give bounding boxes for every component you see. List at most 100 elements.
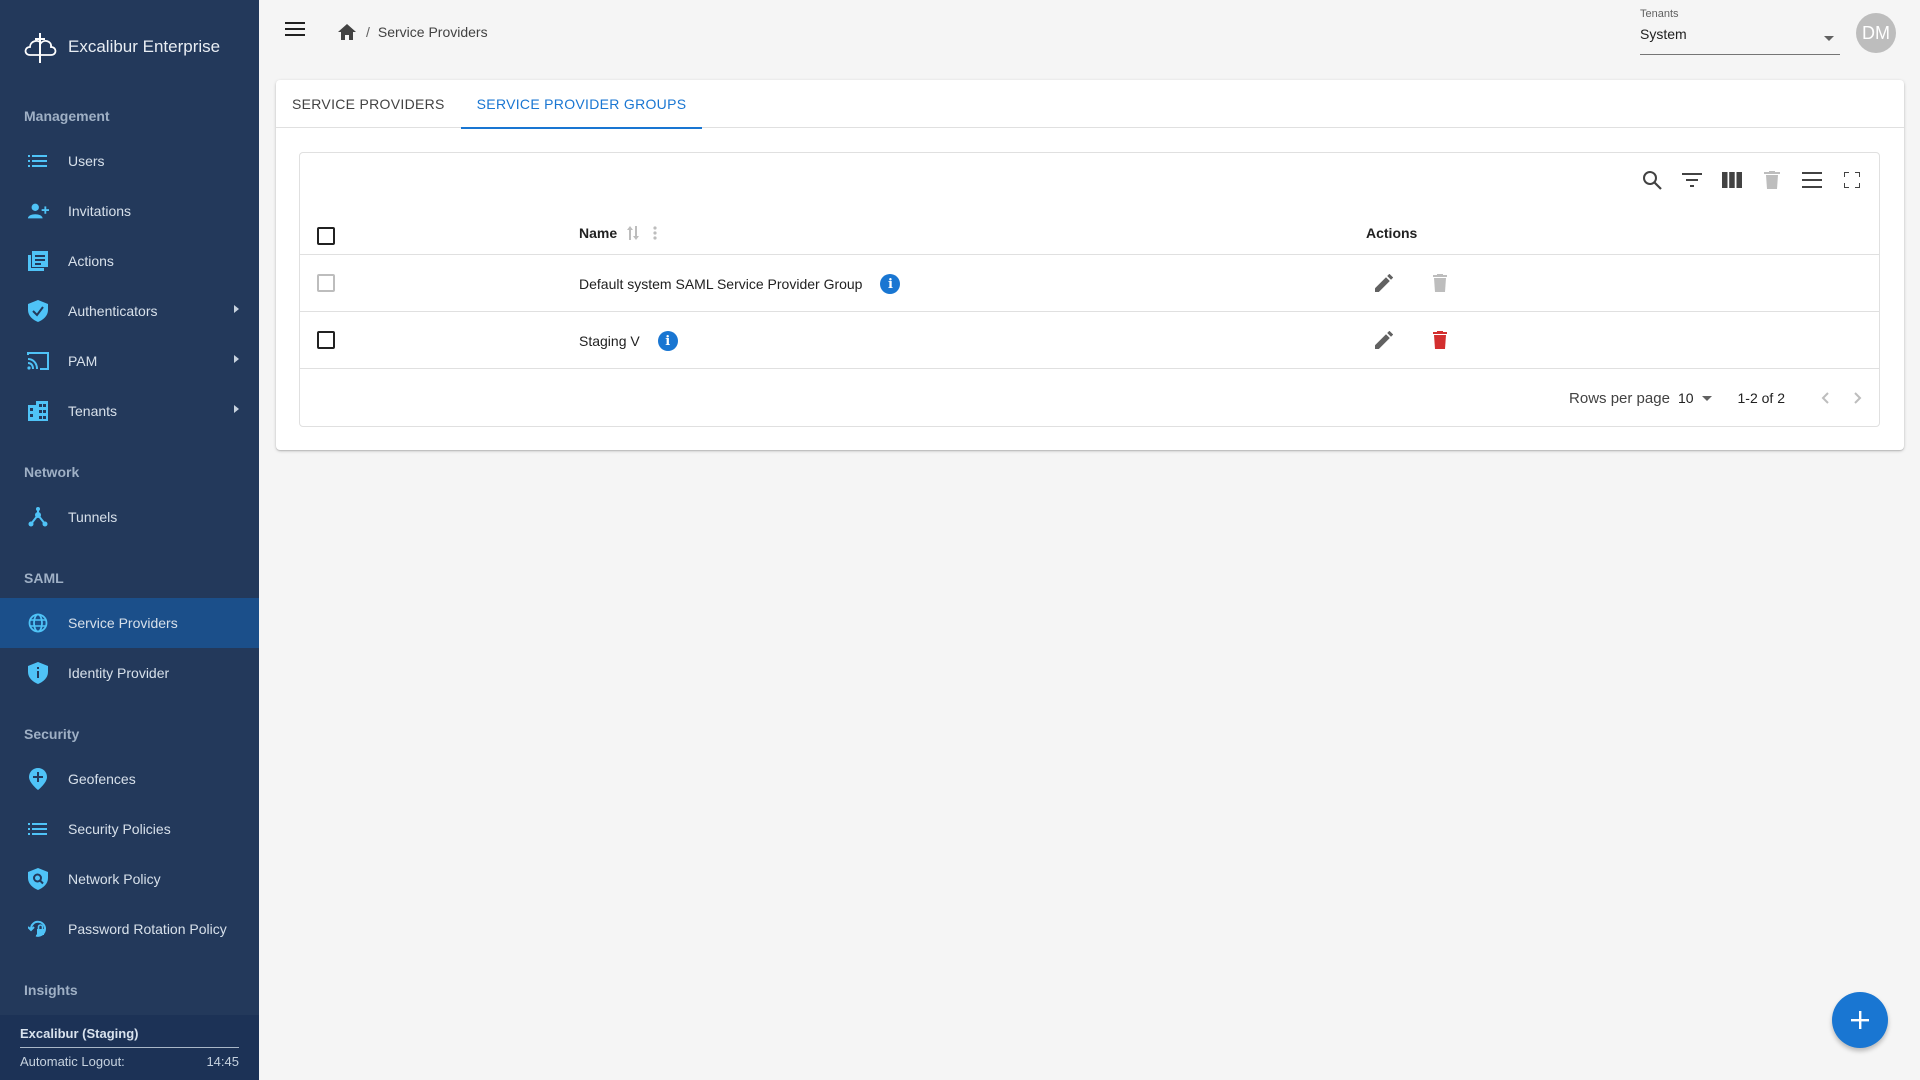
info-icon[interactable]: i <box>880 274 901 294</box>
sidebar-footer: Excalibur (Staging) Automatic Logout: 14… <box>0 1015 259 1080</box>
menu-icon[interactable] <box>285 22 305 38</box>
caret-down-icon <box>1824 36 1834 41</box>
column-header-actions: Actions <box>1366 225 1418 241</box>
section-network: Network <box>24 464 80 480</box>
shield-info-icon <box>27 662 49 684</box>
sidebar-item-label: Network Policy <box>68 871 161 887</box>
trash-icon <box>1433 274 1447 292</box>
filter-icon[interactable] <box>1679 167 1705 193</box>
home-icon[interactable] <box>338 24 356 40</box>
main-card: SERVICE PROVIDERS SERVICE PROVIDER GROUP… <box>276 80 1904 450</box>
table-row[interactable]: Staging V i <box>300 312 1879 369</box>
cloud-sword-logo-icon <box>24 33 57 63</box>
verified-shield-icon <box>27 300 49 322</box>
sidebar: Excalibur Enterprise Management Users In… <box>0 0 259 1080</box>
table-row[interactable]: Default system SAML Service Provider Gro… <box>300 255 1879 312</box>
chevron-right-icon <box>1854 392 1862 404</box>
environment-label: Excalibur (Staging) <box>20 1015 239 1048</box>
sidebar-item-invitations[interactable]: Invitations <box>0 186 259 236</box>
list-icon <box>27 150 49 172</box>
breadcrumb-current: Service Providers <box>377 24 488 40</box>
tab-bar: SERVICE PROVIDERS SERVICE PROVIDER GROUP… <box>276 80 1904 129</box>
breadcrumb-separator: / <box>366 24 370 40</box>
select-all-checkbox[interactable] <box>317 227 335 245</box>
sidebar-item-label: Users <box>68 153 105 169</box>
chevron-right-icon <box>234 405 239 413</box>
pencil-icon <box>1375 331 1393 349</box>
table-header: Name Actions <box>300 203 1879 255</box>
sidebar-item-geofences[interactable]: Geofences <box>0 754 259 804</box>
list-icon <box>27 818 49 840</box>
rows-per-page-label: Rows per page <box>1569 389 1670 407</box>
trash-icon <box>1433 331 1447 349</box>
density-icon[interactable] <box>1799 167 1825 193</box>
info-icon[interactable]: i <box>657 331 678 351</box>
delete-icon[interactable] <box>1759 167 1785 193</box>
chevron-right-icon <box>234 305 239 313</box>
section-management: Management <box>24 108 110 124</box>
avatar[interactable]: DM <box>1856 13 1896 53</box>
cast-icon <box>27 350 49 372</box>
next-page-button[interactable] <box>1846 386 1870 410</box>
tab-service-providers[interactable]: SERVICE PROVIDERS <box>276 80 461 128</box>
more-vert-icon[interactable] <box>653 226 657 240</box>
rows-per-page-select[interactable]: 10 <box>1678 390 1712 406</box>
sidebar-item-security-policies[interactable]: Security Policies <box>0 804 259 854</box>
chevron-left-icon <box>1821 392 1829 404</box>
add-button[interactable] <box>1832 992 1888 1048</box>
sidebar-item-tenants[interactable]: Tenants <box>0 386 259 436</box>
previous-page-button[interactable] <box>1813 386 1837 410</box>
tenant-select-value: System <box>1640 26 1687 42</box>
name-cell: Default system SAML Service Provider Gro… <box>579 274 901 294</box>
sidebar-item-network-policy[interactable]: Network Policy <box>0 854 259 904</box>
search-icon[interactable] <box>1639 167 1665 193</box>
breadcrumb: / Service Providers <box>338 24 488 40</box>
sidebar-item-service-providers[interactable]: Service Providers <box>0 598 259 648</box>
pencil-icon <box>1375 274 1393 292</box>
sidebar-item-label: Security Policies <box>68 821 171 837</box>
sort-icon[interactable] <box>627 226 640 240</box>
hub-icon <box>27 506 49 528</box>
sidebar-item-label: Identity Provider <box>68 665 170 681</box>
column-header-name[interactable]: Name <box>579 225 657 241</box>
tab-service-provider-groups[interactable]: SERVICE PROVIDER GROUPS <box>460 80 703 129</box>
plus-icon <box>1851 1011 1869 1029</box>
sidebar-item-label: Actions <box>68 253 114 269</box>
group-name: Staging V <box>579 333 640 349</box>
sidebar-item-password-rotation-policy[interactable]: Password Rotation Policy <box>0 904 259 954</box>
sidebar-item-pam[interactable]: PAM <box>0 336 259 386</box>
tenant-select-label: Tenants <box>1640 8 1679 20</box>
section-saml: SAML <box>24 570 64 586</box>
rows-per-page-value: 10 <box>1677 390 1694 406</box>
chevron-right-icon <box>234 355 239 363</box>
pagination: Rows per page 10 1-2 of 2 <box>1569 370 1879 426</box>
sidebar-item-label: Tenants <box>68 403 118 419</box>
table-toolbar <box>1639 167 1865 193</box>
person-add-icon <box>27 200 49 222</box>
column-header-label: Name <box>579 225 618 241</box>
sidebar-item-identity-provider[interactable]: Identity Provider <box>0 648 259 698</box>
pagination-range: 1-2 of 2 <box>1737 390 1785 406</box>
sidebar-item-tunnels[interactable]: Tunnels <box>0 492 259 542</box>
globe-icon <box>27 612 49 634</box>
edit-button[interactable] <box>1372 328 1396 352</box>
sidebar-item-users[interactable]: Users <box>0 136 259 186</box>
data-table: Name Actions Default system SAML Service… <box>299 152 1880 427</box>
fullscreen-icon[interactable] <box>1839 167 1865 193</box>
view-columns-icon[interactable] <box>1719 167 1745 193</box>
delete-button[interactable] <box>1428 328 1452 352</box>
caret-down-icon <box>1701 395 1712 401</box>
sidebar-item-label: Geofences <box>68 771 136 787</box>
sidebar-item-authenticators[interactable]: Authenticators <box>0 286 259 336</box>
sidebar-item-label: Password Rotation Policy <box>68 921 227 937</box>
sidebar-item-label: Service Providers <box>68 615 178 631</box>
section-security: Security <box>24 726 80 742</box>
library-books-icon <box>27 250 49 272</box>
sidebar-item-actions[interactable]: Actions <box>0 236 259 286</box>
edit-button[interactable] <box>1372 271 1396 295</box>
brand[interactable]: Excalibur Enterprise <box>0 0 259 94</box>
topbar: / Service Providers Tenants System DM <box>259 0 1920 66</box>
tenant-select[interactable]: Tenants System <box>1640 8 1840 55</box>
logout-label: Automatic Logout: <box>20 1054 125 1069</box>
row-checkbox[interactable] <box>317 331 335 349</box>
